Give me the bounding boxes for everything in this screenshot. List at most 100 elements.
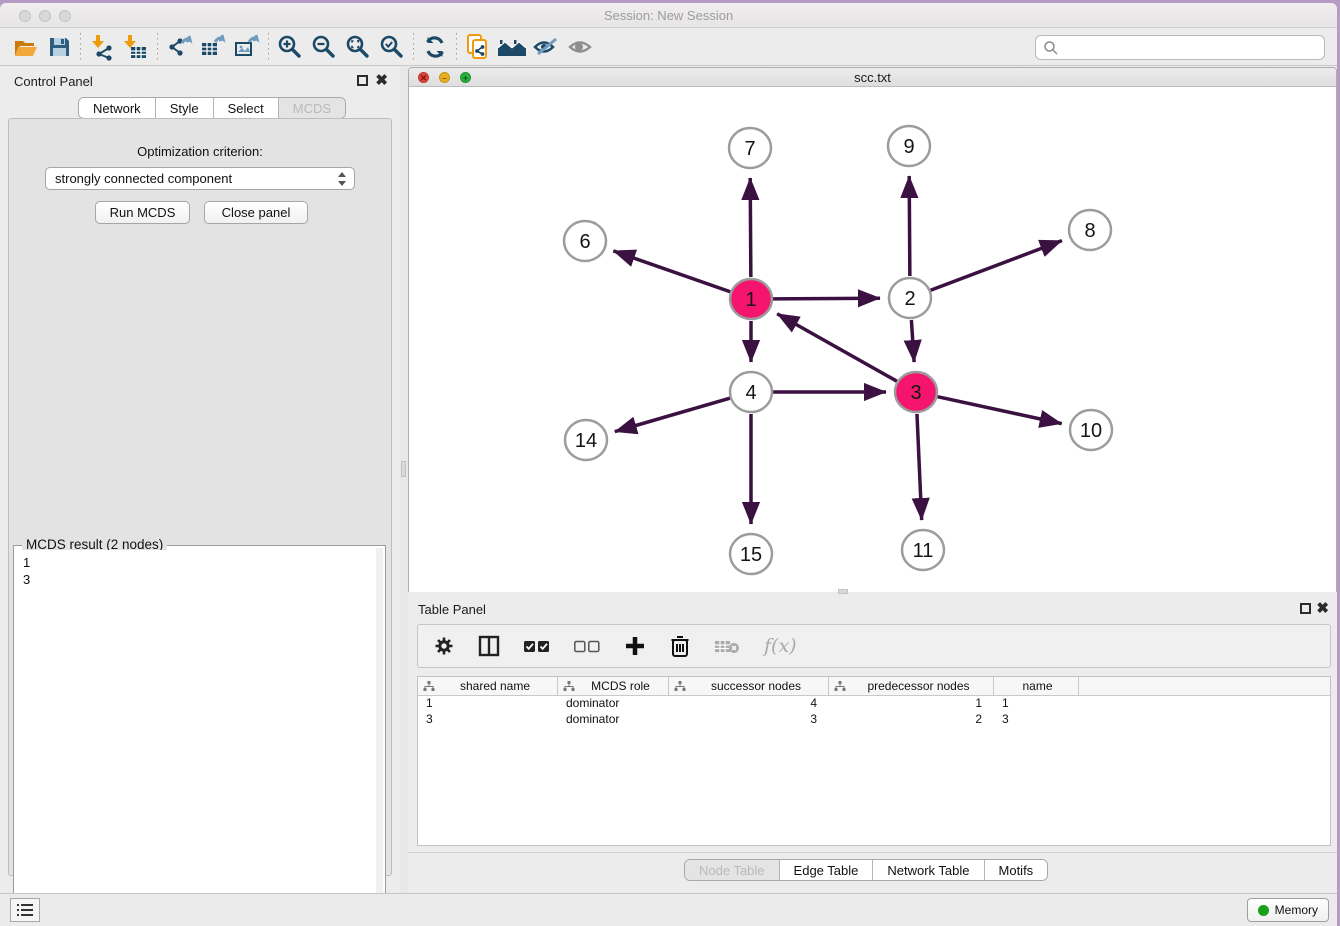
tab-mcds[interactable]: MCDS [279,98,345,118]
tab-motifs[interactable]: Motifs [985,860,1048,880]
cell-successor-nodes[interactable]: 4 [669,696,829,712]
table-tabs-strip: Node Table Edge Table Network Table Moti… [408,852,1337,890]
table-panel: Table Panel ✖ [408,594,1337,890]
optimization-criterion-select[interactable]: strongly connected component [45,167,355,190]
result-item: 1 [23,554,376,571]
open-file-button[interactable] [8,32,42,62]
delete-column-trash-icon[interactable] [670,635,690,657]
export-image-button[interactable] [230,32,264,62]
table-row[interactable]: 3 dominator 3 2 3 [418,712,1330,728]
zoom-selected-button[interactable] [375,32,409,62]
divider-grip[interactable] [401,461,406,477]
select-all-icon[interactable] [524,640,550,653]
save-session-button[interactable] [42,32,76,62]
float-panel-icon[interactable] [357,75,368,86]
node-table: shared name MCDS role successor nodes pr… [417,676,1331,846]
window-titlebar: Session: New Session [0,3,1337,28]
main-toolbar [0,29,1337,66]
graph-edge[interactable] [613,251,730,292]
graph-edge[interactable] [917,414,922,520]
graph-node-label: 3 [910,382,921,404]
cell-name[interactable]: 1 [994,696,1079,712]
cell-predecessor-nodes[interactable]: 2 [829,712,994,728]
cell-mcds-role[interactable]: dominator [558,712,669,728]
network-canvas[interactable]: 7968124314101511 [409,88,1336,592]
status-bar: Memory [0,893,1337,926]
graph-edge[interactable] [931,241,1062,291]
duplicate-network-button[interactable] [461,32,495,62]
zoom-out-button[interactable] [307,32,341,62]
network-view-title: scc.txt [409,70,1336,85]
export-network-button[interactable] [162,32,196,62]
import-table-icon [122,33,150,61]
cell-mcds-role[interactable]: dominator [558,696,669,712]
table-settings-gear-icon[interactable] [434,636,454,656]
graph-edge[interactable] [750,178,751,277]
tab-style[interactable]: Style [156,98,214,118]
import-table-button[interactable] [119,32,153,62]
export-network-icon [165,33,193,61]
show-columns-icon[interactable] [478,635,500,657]
duplicate-network-icon [464,33,492,61]
graph-edge[interactable] [615,398,730,431]
refresh-button[interactable] [418,32,452,62]
export-table-button[interactable] [196,32,230,62]
tab-select[interactable]: Select [214,98,279,118]
column-header-name[interactable]: name [994,677,1079,695]
tab-node-table[interactable]: Node Table [685,860,780,880]
mcds-result-list[interactable]: 1 3 [16,550,376,920]
save-icon [46,34,72,60]
tab-edge-table[interactable]: Edge Table [780,860,874,880]
delete-table-icon[interactable] [714,637,740,655]
graph-edge[interactable] [773,298,880,299]
close-panel-icon[interactable]: ✖ [1316,599,1329,617]
cell-successor-nodes[interactable]: 3 [669,712,829,728]
function-builder-icon[interactable]: f(x) [764,635,797,657]
first-neighbors-button[interactable] [495,32,529,62]
graph-edge[interactable] [911,320,914,362]
column-header-shared-name[interactable]: shared name [418,677,558,695]
run-mcds-button[interactable]: Run MCDS [95,201,190,224]
panel-divider[interactable] [400,66,408,893]
list-icon [16,903,34,917]
table-toolbar: f(x) [417,624,1331,668]
control-panel-tabs: Network Style Select MCDS [78,97,346,119]
close-panel-button[interactable]: Close panel [204,201,308,224]
table-row[interactable]: 1 dominator 4 1 1 [418,696,1330,712]
show-hide-graphics-button[interactable] [529,32,563,62]
float-panel-icon[interactable] [1300,603,1311,614]
graph-edge[interactable] [937,397,1061,424]
tab-network-table[interactable]: Network Table [873,860,984,880]
hide-selected-button[interactable] [563,32,597,62]
create-column-plus-icon[interactable] [624,635,646,657]
cell-name[interactable]: 3 [994,712,1079,728]
zoom-in-button[interactable] [273,32,307,62]
memory-button[interactable]: Memory [1247,898,1329,922]
cell-shared-name[interactable]: 3 [418,712,558,728]
tab-network[interactable]: Network [79,98,156,118]
graph-edge[interactable] [777,314,897,381]
mcds-result-group: MCDS result (2 nodes) 1 3 [13,545,386,923]
cell-shared-name[interactable]: 1 [418,696,558,712]
cell-predecessor-nodes[interactable]: 1 [829,696,994,712]
hierarchy-icon [834,681,846,692]
import-network-button[interactable] [85,32,119,62]
network-window-titlebar[interactable]: ✕ – + scc.txt [409,68,1336,87]
column-header-predecessor-nodes[interactable]: predecessor nodes [829,677,994,695]
control-panel-title: Control Panel [14,74,93,89]
zoom-fit-button[interactable] [341,32,375,62]
column-header-successor-nodes[interactable]: successor nodes [669,677,829,695]
close-panel-icon[interactable]: ✖ [375,71,388,89]
toolbar-separator [80,33,81,61]
deselect-all-icon[interactable] [574,640,600,653]
table-tabs: Node Table Edge Table Network Table Moti… [684,859,1048,881]
result-scrollbar[interactable] [376,548,383,920]
search-input[interactable] [1035,35,1325,60]
graph-edge[interactable] [909,176,910,276]
graph-node-label: 10 [1080,420,1102,442]
graph-node-label: 2 [904,288,915,310]
task-history-button[interactable] [10,898,40,922]
network-graph[interactable]: 7968124314101511 [409,88,1336,592]
column-header-mcds-role[interactable]: MCDS role [558,677,669,695]
toolbar-separator [413,33,414,61]
